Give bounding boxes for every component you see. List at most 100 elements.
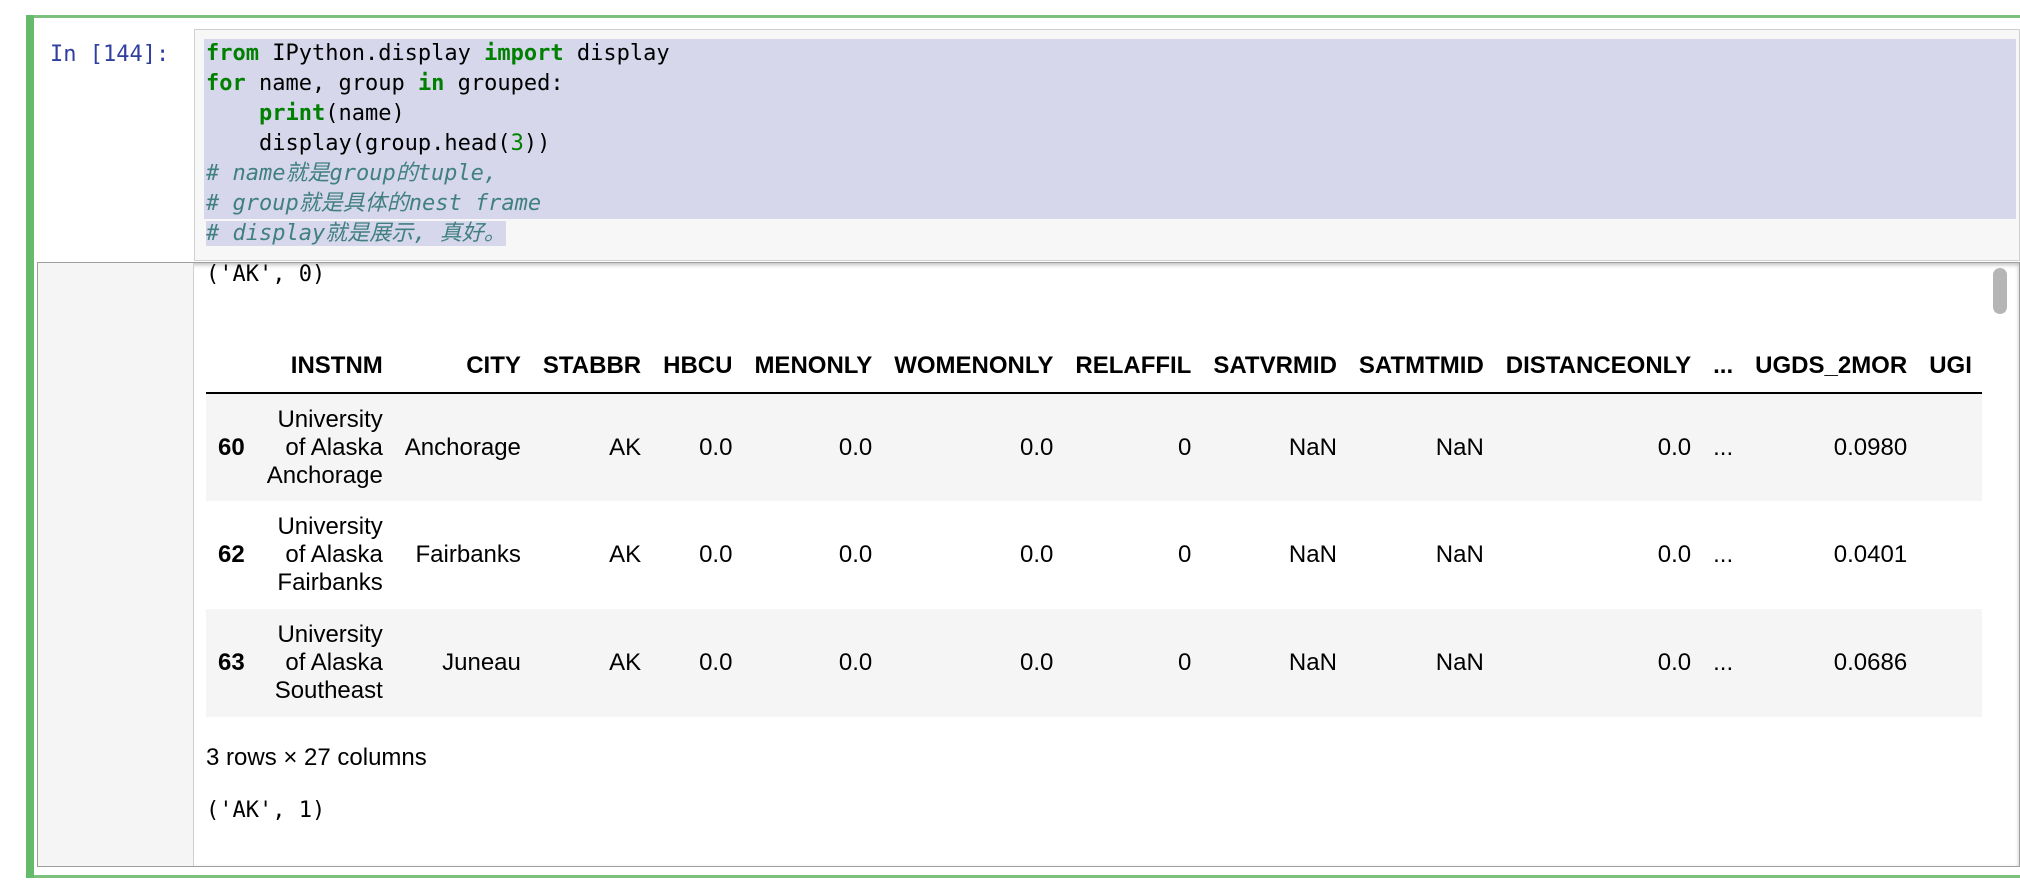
table-row: 60 University of Alaska Anchorage Anchorage A… [206, 393, 1982, 501]
column-header: DISTANCEONLY [1493, 340, 1702, 394]
cell-womenonly: 0.0 [1019, 433, 1054, 461]
cell-distanceonly: 0.0 [1657, 541, 1692, 568]
table-row: 63 University of Alaska Southeast Juneau AK 0.… [206, 609, 1982, 717]
table-row: 62 University of Alaska Fairbanks Fairbanks A… [206, 501, 1982, 609]
code-token: )) [523, 131, 551, 156]
instnm-line: Anchorage [266, 461, 383, 489]
cell-ugds-2mor: 0.0686 [1833, 649, 1908, 676]
table-header-row: INSTNM CITY STABBR HBCU MENONLY WOMENONLY RELA… [206, 340, 1982, 394]
cell-instnm: University of Alaska Southeast [255, 609, 393, 717]
code-line: # name就是group的tuple, [204, 159, 2016, 189]
cell-womenonly: 0.0 [1019, 541, 1054, 568]
instnm-line: Southeast [274, 677, 383, 704]
instnm-line: of Alaska [285, 649, 383, 676]
cell-ellipsis: ... [1713, 649, 1734, 676]
cell-womenonly: 0.0 [1019, 649, 1054, 676]
column-header: HBCU [651, 340, 743, 394]
cell-menonly: 0.0 [838, 433, 873, 461]
cell-city: Fairbanks [415, 541, 521, 568]
instnm-line: University [277, 405, 383, 433]
cell-distanceonly: 0.0 [1657, 433, 1692, 461]
code-token: display [563, 41, 670, 66]
code-line: print(name) [204, 99, 2016, 129]
cell-satmtmid: NaN [1435, 649, 1484, 676]
scrollbar-thumb[interactable] [1993, 268, 2007, 314]
cell-stabbr: AK [609, 649, 642, 676]
cell-menonly: 0.0 [838, 541, 873, 568]
notebook-top-area [28, 0, 2020, 15]
column-header: RELAFFIL [1063, 340, 1202, 394]
column-header: STABBR [530, 340, 652, 394]
code-token: in [417, 71, 445, 96]
cell-satvrmid: NaN [1288, 649, 1337, 676]
selected-text: # group就是具体的nest frame [204, 189, 2016, 219]
cell-stabbr: AK [609, 541, 642, 568]
cell-ugds-2mor: 0.0980 [1833, 433, 1908, 461]
column-header: WOMENONLY [882, 340, 1064, 394]
code-token: import [484, 41, 564, 66]
column-header: INSTNM [254, 340, 393, 394]
cell-city: Juneau [442, 649, 521, 676]
cell-menonly: 0.0 [838, 649, 873, 676]
code-line: # display就是展示, 真好。 [206, 219, 2016, 249]
code-text[interactable]: from IPython.display import display for n… [204, 39, 2016, 249]
selected-text: # name就是group的tuple, [204, 159, 2016, 189]
code-token: grouped: [444, 71, 564, 96]
cell-ellipsis: ... [1713, 541, 1734, 568]
instnm-line: of Alaska [285, 541, 383, 568]
cell-hbcu: 0.0 [699, 541, 733, 568]
output-scrollbar[interactable] [1992, 266, 2008, 866]
input-prompt: In [144]: [50, 42, 170, 67]
code-token: 3 [510, 131, 524, 156]
code-token: # group就是具体的nest frame [206, 191, 542, 216]
cell-distanceonly: 0.0 [1657, 649, 1692, 676]
row-index: 62 [218, 541, 245, 568]
cell-relaffil: 0 [1177, 649, 1192, 676]
column-header: SATVRMID [1201, 340, 1347, 394]
instnm-line: Fairbanks [277, 569, 383, 596]
code-line: for name, group in grouped: [204, 69, 2016, 99]
cell-relaffil: 0 [1177, 541, 1192, 568]
dataframe-shape-text: 3 rows × 27 columns [206, 744, 427, 771]
code-token: print [258, 101, 326, 126]
instnm-line: University [277, 621, 383, 648]
cell-selected-indicator [26, 15, 34, 878]
selected-text: # display就是展示, 真好。 [206, 221, 506, 246]
column-header: UGI [1917, 340, 1982, 394]
cell-satvrmid: NaN [1288, 433, 1337, 461]
code-token: # name就是group的tuple, [206, 161, 498, 186]
selected-text: print(name) [204, 99, 2016, 129]
selected-text: for name, group in grouped: [204, 69, 2016, 99]
cell-ellipsis: ... [1713, 433, 1734, 461]
output-prompt-gutter [38, 263, 194, 866]
cell-satmtmid: NaN [1435, 541, 1484, 568]
cell-ugds-2mor: 0.0401 [1833, 541, 1908, 568]
row-index: 60 [218, 433, 245, 461]
cell-instnm: University of Alaska Fairbanks [255, 501, 393, 609]
selected-text: from IPython.display import display [204, 39, 2016, 69]
column-header: ... [1701, 340, 1744, 394]
selected-text: display(group.head(3)) [204, 129, 2016, 159]
group-label-output-2: ('AK', 1) [206, 798, 326, 823]
cell-city: Anchorage [404, 433, 521, 461]
column-header: CITY [392, 340, 531, 394]
cell-instnm: University of Alaska Anchorage [255, 393, 393, 501]
code-line: display(group.head(3)) [204, 129, 2016, 159]
cell-satmtmid: NaN [1435, 433, 1484, 461]
code-token: (name) [325, 101, 405, 126]
dataframe-table: INSTNM CITY STABBR HBCU MENONLY WOMENONLY RELA… [206, 340, 1982, 717]
group-label-output: ('AK', 0) [206, 262, 326, 287]
cell-truncated [1917, 501, 1982, 609]
cell-relaffil: 0 [1177, 433, 1192, 461]
code-token: display(group.head( [206, 131, 511, 156]
column-header: MENONLY [742, 340, 883, 394]
code-token: IPython.display [258, 41, 485, 66]
code-token: name, group [245, 71, 418, 96]
code-line: # group就是具体的nest frame [204, 189, 2016, 219]
cell-hbcu: 0.0 [699, 433, 733, 461]
column-header: SATMTMID [1346, 340, 1494, 394]
cell-satvrmid: NaN [1288, 541, 1337, 568]
instnm-line: of Alaska [285, 433, 383, 461]
row-index: 63 [218, 649, 245, 676]
